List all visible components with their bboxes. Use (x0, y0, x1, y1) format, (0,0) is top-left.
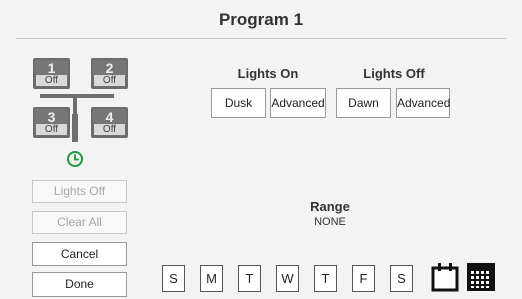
day-sunday-button[interactable]: S (162, 265, 185, 292)
range-label: Range (310, 199, 350, 214)
range-value: NONE (314, 216, 346, 228)
diagram-stem-lower (72, 114, 78, 142)
clock-icon[interactable] (66, 150, 84, 173)
switch-4-state: Off (94, 124, 125, 135)
calendar-grid-icon[interactable] (466, 262, 496, 297)
switch-4[interactable]: 4 Off (91, 107, 128, 138)
lights-off-label: Lights Off (363, 66, 425, 81)
lights-off-dawn-button[interactable]: Dawn (336, 88, 391, 118)
diagram-top-bar (40, 94, 114, 98)
done-button[interactable]: Done (32, 272, 127, 297)
calendar-icon[interactable] (431, 262, 459, 297)
title-divider (16, 38, 506, 39)
lights-off-button[interactable]: Lights Off (32, 180, 127, 203)
switch-3[interactable]: 3 Off (33, 107, 70, 138)
day-friday-button[interactable]: F (352, 265, 375, 292)
switch-2[interactable]: 2 Off (91, 58, 128, 89)
lights-on-advanced-button[interactable]: Advanced (270, 88, 326, 118)
diagram-stem (73, 94, 77, 114)
switch-diagram: 1 Off 2 Off 3 Off 4 Off (28, 58, 132, 173)
switch-3-state: Off (36, 124, 67, 135)
lights-off-advanced-button[interactable]: Advanced (396, 88, 450, 118)
cancel-button[interactable]: Cancel (32, 242, 127, 266)
switch-1[interactable]: 1 Off (33, 58, 70, 89)
page-title: Program 1 (218, 10, 304, 29)
lights-on-dusk-button[interactable]: Dusk (211, 88, 266, 118)
switch-1-state: Off (36, 75, 67, 86)
clear-all-button[interactable]: Clear All (32, 211, 127, 234)
day-thursday-button[interactable]: T (314, 265, 337, 292)
day-tuesday-button[interactable]: T (238, 265, 261, 292)
day-monday-button[interactable]: M (200, 265, 223, 292)
lights-on-label: Lights On (237, 66, 299, 81)
day-wednesday-button[interactable]: W (276, 265, 299, 292)
switch-2-state: Off (94, 75, 125, 86)
day-saturday-button[interactable]: S (390, 265, 413, 292)
